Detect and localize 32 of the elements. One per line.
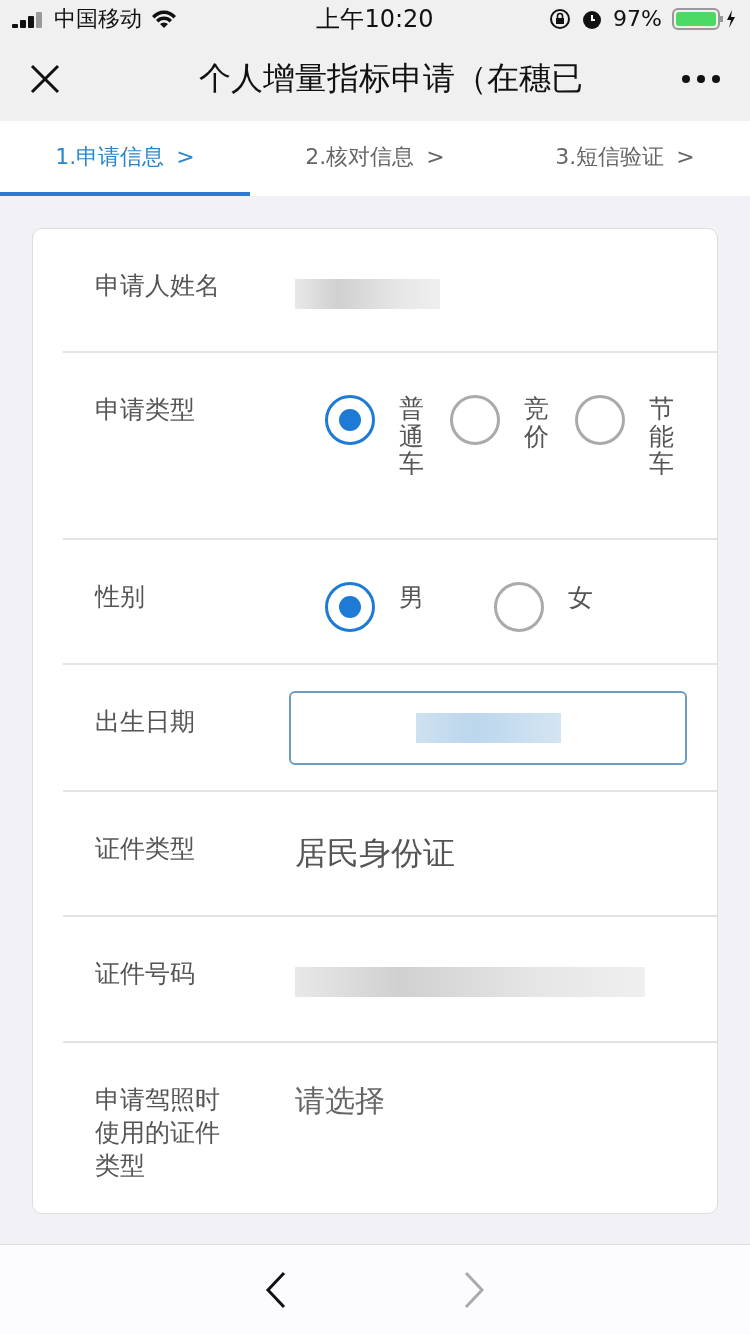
field-label: 性别 — [93, 581, 146, 614]
step-tab[interactable]: 1.申请信息 > — [0, 120, 250, 197]
field-label: 申请人姓名 — [94, 270, 221, 303]
option-label: 竞价 — [524, 395, 549, 451]
rotation-lock-icon — [549, 7, 572, 30]
select-field[interactable]: 请选择 — [295, 1081, 385, 1123]
page-title: 个人增量指标申请（在穗已 — [198, 58, 584, 100]
field-label: 证件号码 — [94, 958, 196, 991]
field-label: 出生日期 — [94, 706, 196, 739]
option-label: 男 — [399, 582, 424, 614]
wifi-icon — [150, 8, 178, 29]
option-label: 节能车 — [649, 395, 674, 478]
step-tab[interactable]: 3.短信验证 > — [500, 120, 750, 197]
field-label: 申请类型 — [94, 394, 196, 427]
battery-charging-icon — [672, 7, 738, 30]
option-label: 普通车 — [399, 395, 424, 478]
field-label: 证件类型 — [94, 833, 196, 866]
radio-button[interactable] — [325, 395, 375, 446]
radio-button[interactable] — [450, 395, 500, 446]
battery-percent: 97% — [613, 6, 662, 32]
field-label: 申请驾照时使用的证件类型 — [94, 1084, 221, 1183]
option-label: 女 — [568, 582, 593, 614]
more-icon[interactable] — [682, 75, 720, 84]
date-field[interactable] — [289, 691, 687, 766]
step-tab[interactable]: 2.核对信息 > — [250, 120, 500, 197]
radio-button[interactable] — [325, 582, 375, 633]
field-value: 居民身份证 — [295, 833, 455, 875]
radio-button[interactable] — [575, 395, 625, 446]
radio-button[interactable] — [494, 582, 544, 633]
carrier-name: 中国移动 — [54, 4, 142, 33]
clock-time: 上午10:20 — [316, 3, 434, 35]
close-icon[interactable] — [30, 64, 60, 95]
